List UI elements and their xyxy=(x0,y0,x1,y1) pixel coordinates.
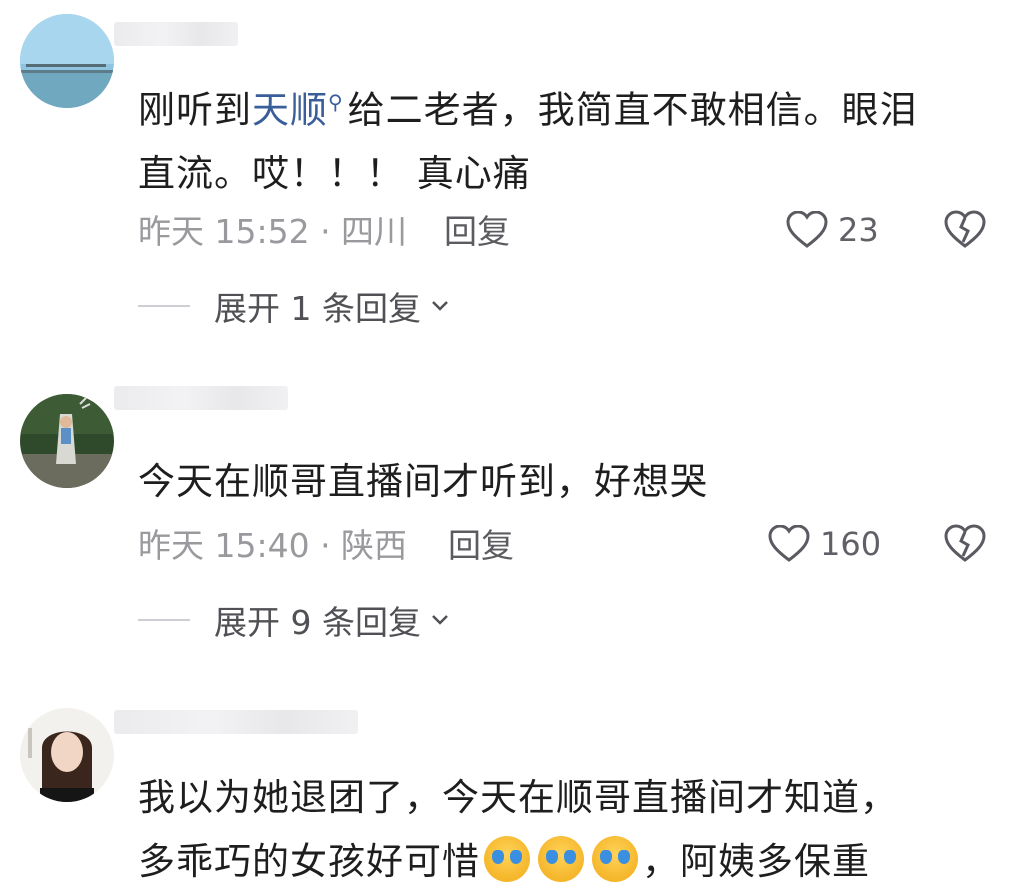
like-count: 160 xyxy=(820,525,882,563)
comment-text-part: 刚听到 xyxy=(138,88,252,132)
expand-replies[interactable]: 展开 9 条回复 xyxy=(138,600,449,642)
divider-dash xyxy=(138,619,190,621)
expand-replies-label: 展开 9 条回复 xyxy=(214,603,421,642)
avatar[interactable] xyxy=(20,14,114,108)
avatar[interactable] xyxy=(20,708,114,802)
comment-text: 刚听到天顺⚲ 给二老者，我简直不敢相信。眼泪 直流。哎！！！ 真心痛 xyxy=(138,70,988,206)
chevron-down-icon xyxy=(432,615,448,625)
like-count: 23 xyxy=(838,211,879,249)
comment-text-part: 给二老者，我简直不敢相信。眼泪 xyxy=(347,88,918,132)
crying-face-emoji xyxy=(592,836,638,882)
username-blurred[interactable] xyxy=(114,710,358,734)
like-button[interactable]: 23 xyxy=(786,210,879,250)
comment-text-part: ，阿姨多保重 xyxy=(642,840,870,883)
avatar[interactable] xyxy=(20,394,114,488)
comment-text: 今天在顺哥直播间才听到，好想哭 xyxy=(138,450,988,514)
comment-text: 我以为她退团了，今天在顺哥直播间才知道， 多乖巧的女孩好可惜 ，阿姨多保重 xyxy=(138,766,988,894)
expand-replies[interactable]: 展开 1 条回复 xyxy=(138,286,449,328)
avatar-image xyxy=(20,14,114,108)
username-blurred[interactable] xyxy=(114,386,288,410)
broken-heart-icon xyxy=(944,524,986,562)
comment-text-part: 多乖巧的女孩好可惜 xyxy=(138,840,480,883)
topic-link[interactable]: 天顺 xyxy=(252,88,328,131)
comment-text-part: 我以为她退团了，今天在顺哥直播间才知道， xyxy=(138,776,898,819)
expand-replies-label: 展开 1 条回复 xyxy=(214,289,421,328)
dislike-button[interactable] xyxy=(944,524,986,564)
comment-text-part: 直流。哎！！！ 真心痛 xyxy=(138,152,531,196)
avatar-image xyxy=(20,394,114,488)
heart-outline-icon xyxy=(768,525,810,562)
like-button[interactable]: 160 xyxy=(768,524,881,564)
reply-button[interactable]: 回复 xyxy=(448,526,514,566)
broken-heart-icon xyxy=(944,210,986,248)
dislike-button[interactable] xyxy=(944,210,986,250)
chevron-down-icon xyxy=(432,301,448,311)
avatar-image xyxy=(20,708,114,802)
comment-meta: 昨天 15:40 · 陕西 xyxy=(138,526,408,565)
username-blurred[interactable] xyxy=(114,22,238,46)
crying-face-emoji xyxy=(484,836,530,882)
crying-face-emoji xyxy=(538,836,584,882)
reply-button[interactable]: 回复 xyxy=(444,212,510,252)
comment-text-part: 今天在顺哥直播间才听到，好想哭 xyxy=(138,460,708,503)
comment-meta: 昨天 15:52 · 四川 xyxy=(138,212,408,251)
divider-dash xyxy=(138,305,190,307)
search-icon[interactable]: ⚲ xyxy=(328,90,344,114)
heart-outline-icon xyxy=(786,211,828,248)
